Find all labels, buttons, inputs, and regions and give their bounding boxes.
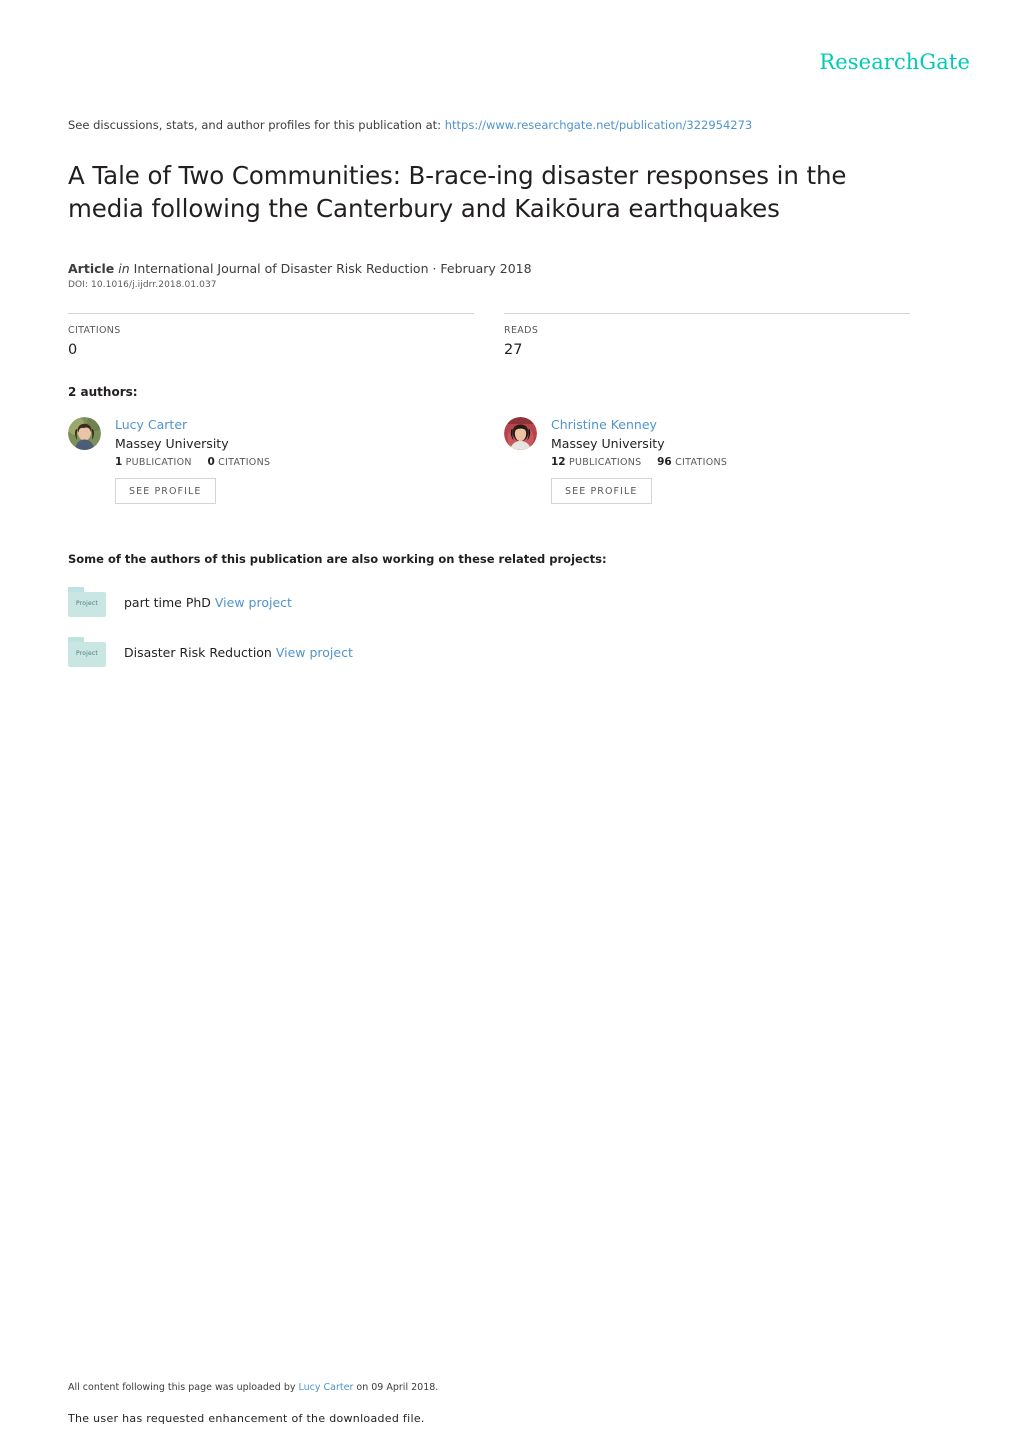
article-type-label: Article xyxy=(68,261,115,276)
project-text: part time PhD View project xyxy=(124,594,292,611)
stat-reads: READS 27 xyxy=(504,313,910,359)
stat-label: READS xyxy=(504,325,539,336)
publications-word: PUBLICATIONS xyxy=(568,457,642,468)
researchgate-logo[interactable]: ResearchGate xyxy=(819,50,970,74)
project-row: Project Disaster Risk Reduction View pro… xyxy=(68,637,910,667)
author-metrics: 1 PUBLICATION 0 CITATIONS xyxy=(115,456,270,468)
pdf-cover-page: ResearchGate See discussions, stats, and… xyxy=(0,0,1020,1441)
project-text: Disaster Risk Reduction View project xyxy=(124,644,353,661)
upload-credit-suffix: on 09 April 2018. xyxy=(356,1382,439,1393)
publication-url-link[interactable]: https://www.researchgate.net/publication… xyxy=(445,118,753,132)
author-card: Christine Kenney Massey University 12 PU… xyxy=(504,415,910,504)
upload-credit-line: All content following this page was uplo… xyxy=(68,1381,868,1395)
avatar[interactable] xyxy=(504,417,537,450)
stat-value: 27 xyxy=(504,342,523,358)
page-title: A Tale of Two Communities: B-race-ing di… xyxy=(68,161,847,223)
publications-word: PUBLICATION xyxy=(125,457,192,468)
avatar[interactable] xyxy=(68,417,101,450)
authors-row: Lucy Carter Massey University 1 PUBLICAT… xyxy=(68,415,910,504)
project-name: Disaster Risk Reduction xyxy=(124,644,272,660)
citations-word: CITATIONS xyxy=(675,457,728,468)
citations-count: 0 xyxy=(207,456,215,468)
stat-citations: CITATIONS 0 xyxy=(68,313,474,359)
stats-row: CITATIONS 0 READS 27 xyxy=(68,313,910,359)
project-folder-icon-label: Project xyxy=(76,650,98,657)
page-footer: All content following this page was uplo… xyxy=(68,1381,868,1426)
stat-divider xyxy=(68,313,474,314)
upload-credit-prefix: All content following this page was uplo… xyxy=(68,1382,296,1393)
project-folder-icon: Project xyxy=(68,637,106,667)
authors-heading: 2 authors: xyxy=(68,385,138,399)
publications-count: 12 xyxy=(551,456,566,468)
project-folder-icon-label: Project xyxy=(76,600,98,607)
doi-line: DOI: 10.1016/j.ijdrr.2018.01.037 xyxy=(68,280,217,290)
article-venue: International Journal of Disaster Risk R… xyxy=(133,261,532,276)
author-details: Lucy Carter Massey University 1 PUBLICAT… xyxy=(115,415,270,504)
publications-count: 1 xyxy=(115,456,123,468)
author-card: Lucy Carter Massey University 1 PUBLICAT… xyxy=(68,415,474,504)
article-venue-line: Article in International Journal of Disa… xyxy=(68,261,910,277)
content-column: See discussions, stats, and author profi… xyxy=(68,118,910,687)
project-folder-icon: Project xyxy=(68,587,106,617)
author-name-link[interactable]: Christine Kenney xyxy=(551,416,727,433)
stat-divider xyxy=(504,313,910,314)
project-row: Project part time PhD View project xyxy=(68,587,910,617)
stat-label: CITATIONS xyxy=(68,325,121,336)
author-affiliation: Massey University xyxy=(551,436,665,451)
see-profile-button[interactable]: SEE PROFILE xyxy=(551,478,652,504)
author-affiliation: Massey University xyxy=(115,436,229,451)
author-details: Christine Kenney Massey University 12 PU… xyxy=(551,415,727,504)
see-discussions-text: See discussions, stats, and author profi… xyxy=(68,118,442,132)
enhancement-note: The user has requested enhancement of th… xyxy=(68,1412,425,1425)
citations-count: 96 xyxy=(657,456,672,468)
view-project-link[interactable]: View project xyxy=(215,595,292,610)
see-discussions-line: See discussions, stats, and author profi… xyxy=(68,118,910,133)
author-metrics: 12 PUBLICATIONS 96 CITATIONS xyxy=(551,456,727,468)
article-in-word: in xyxy=(118,261,130,276)
stat-value: 0 xyxy=(68,342,78,358)
uploader-name-link[interactable]: Lucy Carter xyxy=(299,1382,354,1393)
view-project-link[interactable]: View project xyxy=(276,645,353,660)
citations-word: CITATIONS xyxy=(218,457,271,468)
projects-heading: Some of the authors of this publication … xyxy=(68,552,607,566)
author-name-link[interactable]: Lucy Carter xyxy=(115,416,270,433)
project-name: part time PhD xyxy=(124,594,211,610)
see-profile-button[interactable]: SEE PROFILE xyxy=(115,478,216,504)
